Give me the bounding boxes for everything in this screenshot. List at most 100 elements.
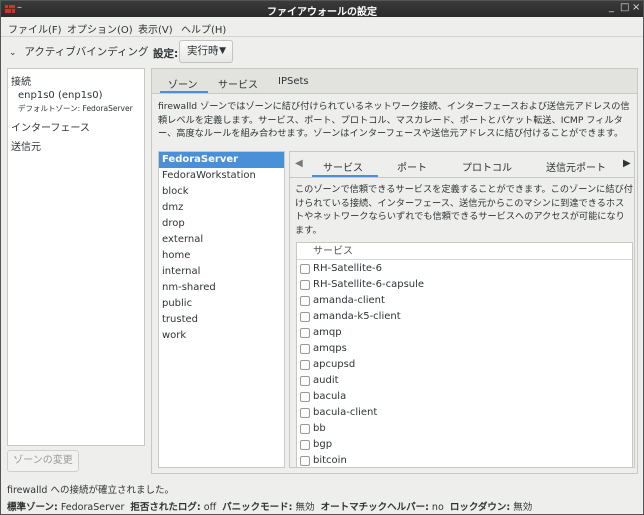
main-tab-bar: ゾーン サービス IPSets [152,69,637,94]
service-label: bgp [313,439,333,450]
menu-file[interactable]: ファイル(F) [8,21,62,36]
configuration-value: 実行時 [187,45,219,57]
service-checkbox[interactable] [300,280,310,290]
zone-description: firewalld ゾーンではゾーンに結び付けられているネットワーク接続、インタ… [158,101,630,139]
zone-item-block[interactable]: block [159,184,284,200]
connections-heading[interactable]: 接続 [11,73,31,88]
active-inner-tab-indicator [312,175,378,177]
configuration-select[interactable]: 実行時 ▼ [179,40,233,63]
minimize-button[interactable]: _ [609,2,614,13]
panic-mode-status-label: パニックモード: [222,502,293,513]
service-checkbox[interactable] [300,360,310,370]
scroll-tabs-right-icon[interactable]: ▶ [623,158,631,169]
services-column-header[interactable]: サービス [297,243,632,260]
settings-label: 設定: [153,48,179,60]
zone-item-nm-shared[interactable]: nm-shared [159,280,284,296]
change-zone-button[interactable]: ゾーンの変更 [7,450,79,472]
service-label: RH-Satellite-6 [313,263,383,274]
app-window: – ファイアウォールの設定 _ □ × ファイル(F) オプション(O) 表示(… [0,0,644,515]
service-row: apcupsd [297,357,632,373]
service-row: RH-Satellite-6 [297,261,632,277]
menu-options[interactable]: オプション(O) [67,21,133,36]
active-bindings-label: アクティブバインディング [24,46,149,58]
zone-item-fedoraserver[interactable]: FedoraServer [159,152,284,168]
service-row: amanda-k5-client [297,309,632,325]
sources-heading[interactable]: 送信元 [11,138,41,153]
service-row: bb [297,421,632,437]
service-label: bacula-client [313,407,378,418]
service-row: bacula-client [297,405,632,421]
service-checkbox[interactable] [300,456,310,466]
connection-item[interactable]: enp1s0 (enp1s0) [18,90,103,101]
service-label: amqps [313,343,347,354]
tab-zone-ports[interactable]: ポート [397,159,427,174]
service-label: RH-Satellite-6-capsule [313,279,425,290]
tab-zone-services[interactable]: サービス [323,159,363,174]
close-button[interactable]: × [632,2,640,13]
tab-zone-source-ports[interactable]: 送信元ポート [546,159,606,174]
service-row: amqp [297,325,632,341]
zone-item-home[interactable]: home [159,248,284,264]
bindings-list: 接続 enp1s0 (enp1s0) デフォルトゾーン: FedoraServe… [7,68,145,446]
service-checkbox[interactable] [300,408,310,418]
service-checkbox[interactable] [300,440,310,450]
status-bar: 標準ゾーン: FedoraServer 拒否されたログ: off パニックモード… [7,499,532,513]
window-title: ファイアウォールの設定 [267,7,377,18]
service-row: audit [297,373,632,389]
service-label: bb [313,423,326,434]
default-zone-status-label: 標準ゾーン: [7,502,58,513]
service-checkbox[interactable] [300,424,310,434]
service-checkbox[interactable] [300,312,310,322]
maximize-button[interactable]: □ [620,2,629,13]
zone-settings-notebook: ◀ サービス ポート プロトコル 送信元ポート ▶ このゾーンで信頼できるサービ… [289,151,635,468]
zone-item-fedoraworkstation[interactable]: FedoraWorkstation [159,168,284,184]
active-bindings-toggle[interactable]: ⌄ アクティブバインディング [9,44,148,59]
service-label: amanda-k5-client [313,311,401,322]
service-label: audit [313,375,339,386]
service-row: amanda-client [297,293,632,309]
lockdown-status: 無効 [513,502,533,513]
service-checkbox[interactable] [300,376,310,386]
menu-help[interactable]: ヘルプ(H) [181,21,226,36]
service-checkbox[interactable] [300,328,310,338]
scroll-tabs-left-icon[interactable]: ◀ [295,158,303,169]
service-checkbox[interactable] [300,344,310,354]
service-label: bitcoin [313,455,347,466]
zone-item-trusted[interactable]: trusted [159,312,284,328]
title-bar: – ファイアウォールの設定 _ □ × [1,1,643,18]
menu-view[interactable]: 表示(V) [138,21,173,36]
zone-item-internal[interactable]: internal [159,264,284,280]
zone-item-public[interactable]: public [159,296,284,312]
service-label: bacula [313,391,347,402]
service-label: apcupsd [313,359,356,370]
service-label: amanda-client [313,295,385,306]
service-checkbox[interactable] [300,392,310,402]
connection-status: firewalld への接続が確立されました。 [7,485,174,496]
service-row: bitcoin [297,453,632,467]
tab-zones[interactable]: ゾーン [168,76,198,91]
zone-list: FedoraServer FedoraWorkstation block dmz… [158,151,285,468]
zone-item-work[interactable]: work [159,328,284,344]
service-row: bgp [297,437,632,453]
auto-helper-status: no [431,502,444,513]
tab-ipsets[interactable]: IPSets [278,76,309,87]
interfaces-heading[interactable]: インターフェース [11,119,90,134]
tab-services[interactable]: サービス [218,76,258,91]
zone-item-dmz[interactable]: dmz [159,200,284,216]
services-list: サービス RH-Satellite-6 RH-Satellite-6-capsu… [296,242,633,468]
service-row: RH-Satellite-6-capsule [297,277,632,293]
lockdown-status-label: ロックダウン: [449,502,511,513]
zone-item-external[interactable]: external [159,232,284,248]
auto-helper-status-label: オートマチックヘルパー: [320,502,429,513]
menu-bar: ファイル(F) オプション(O) 表示(V) ヘルプ(H) [1,17,643,37]
tab-zone-protocols[interactable]: プロトコル [462,159,512,174]
service-checkbox[interactable] [300,296,310,306]
main-notebook: ゾーン サービス IPSets firewalld ゾーンではゾーンに結び付けら… [151,68,638,474]
service-label: amqp [313,327,342,338]
service-row: amqps [297,341,632,357]
service-checkbox[interactable] [300,264,310,274]
zone-settings-tab-bar: ◀ サービス ポート プロトコル 送信元ポート ▶ [290,152,634,178]
panic-mode-status: 無効 [295,502,315,513]
log-denied-status: off [203,502,217,513]
zone-item-drop[interactable]: drop [159,216,284,232]
